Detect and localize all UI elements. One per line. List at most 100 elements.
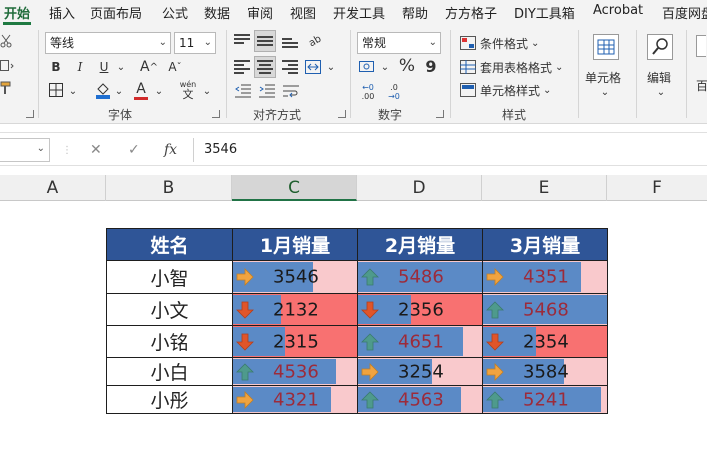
tab-review[interactable]: 审阅 — [247, 3, 273, 22]
format-as-table-button[interactable]: 套用表格格式 ⌄ — [460, 58, 563, 76]
sales-cell[interactable]: 4563 — [357, 385, 483, 414]
column-header-f[interactable]: F — [607, 175, 707, 201]
sales-cell[interactable]: 2356 — [357, 293, 483, 326]
number-format-select[interactable]: 常规 ⌄ — [357, 32, 441, 54]
header-jan[interactable]: 1月销量 — [232, 228, 358, 261]
phonetic-button[interactable]: wén 文 — [176, 78, 200, 102]
sales-cell[interactable]: 4321 — [232, 385, 358, 414]
font-color-button[interactable]: A — [134, 80, 148, 100]
cells-dropdown-icon[interactable]: ⌄ — [598, 86, 612, 98]
fill-color-icon[interactable] — [94, 80, 112, 100]
cells-button[interactable]: 单元格 — [585, 68, 621, 86]
accounting-dropdown-icon[interactable]: ⌄ — [380, 60, 390, 74]
percent-style-button[interactable]: % — [398, 56, 416, 76]
italic-button[interactable]: I — [72, 58, 88, 76]
confirm-entry-icon[interactable]: ✓ — [128, 142, 140, 158]
tab-help[interactable]: 帮助 — [402, 3, 428, 22]
comma-style-button[interactable]: 9 — [424, 56, 438, 76]
tab-insert[interactable]: 插入 — [49, 3, 75, 22]
tab-view[interactable]: 视图 — [290, 3, 316, 22]
borders-dropdown-icon[interactable]: ⌄ — [68, 84, 78, 98]
fill-color-dropdown-icon[interactable]: ⌄ — [114, 84, 124, 98]
align-top-icon[interactable] — [234, 34, 250, 48]
tab-diy-toolbox[interactable]: DIY工具箱 — [514, 3, 575, 22]
sales-cell[interactable]: 3546 — [232, 260, 358, 294]
borders-icon[interactable] — [48, 82, 64, 98]
align-right-icon[interactable] — [282, 60, 298, 74]
sales-cell[interactable]: 4351 — [482, 260, 608, 294]
tab-fangfang[interactable]: 方方格子 — [445, 3, 497, 22]
sales-cell[interactable]: 2315 — [232, 325, 358, 358]
copy-icon[interactable] — [0, 58, 14, 72]
cut-icon[interactable] — [0, 34, 12, 48]
name-cell[interactable]: 小文 — [106, 293, 233, 326]
sales-cell[interactable]: 5241 — [482, 385, 608, 414]
tab-developer[interactable]: 开发工具 — [333, 3, 385, 22]
edit-button[interactable]: 编辑 — [647, 68, 671, 86]
ribbon-separator — [450, 30, 451, 118]
font-color-dropdown-icon[interactable]: ⌄ — [154, 84, 164, 98]
netdisk-clipped-label[interactable]: 百 — [696, 76, 707, 94]
accounting-format-icon[interactable] — [358, 58, 378, 76]
shrink-font-button[interactable]: Aˇ — [166, 58, 184, 76]
sales-cell[interactable]: 3584 — [482, 357, 608, 386]
underline-button[interactable]: U — [96, 58, 112, 76]
tab-page-layout[interactable]: 页面布局 — [90, 3, 142, 22]
grow-font-button[interactable]: A ^ — [140, 58, 158, 76]
format-painter-icon[interactable] — [0, 81, 12, 95]
search-icon[interactable] — [644, 32, 676, 62]
increase-indent-icon[interactable] — [258, 82, 276, 100]
decrease-decimal-button[interactable]: .0 →0 — [384, 82, 404, 102]
font-launcher-icon[interactable] — [212, 110, 220, 118]
header-feb[interactable]: 2月销量 — [357, 228, 483, 261]
cancel-entry-icon[interactable]: ✕ — [90, 142, 102, 158]
edit-dropdown-icon[interactable]: ⌄ — [654, 86, 668, 98]
tab-formulas[interactable]: 公式 — [162, 3, 188, 22]
formula-input[interactable]: 3546 — [193, 138, 707, 162]
name-box[interactable]: ⌄ — [0, 138, 50, 162]
sales-cell[interactable]: 2132 — [232, 293, 358, 326]
number-launcher-icon[interactable] — [436, 110, 444, 118]
name-cell[interactable]: 小铭 — [106, 325, 233, 358]
underline-dropdown-icon[interactable]: ⌄ — [116, 60, 126, 74]
column-header-a[interactable]: A — [0, 175, 106, 201]
header-name[interactable]: 姓名 — [106, 228, 233, 261]
tab-acrobat[interactable]: Acrobat — [593, 3, 643, 18]
align-left-icon[interactable] — [234, 60, 250, 74]
cell-styles-button[interactable]: 单元格样式 ⌄ — [460, 81, 551, 99]
wrap-text-icon[interactable] — [282, 82, 300, 100]
align-bottom-icon[interactable] — [282, 34, 298, 48]
column-header-e[interactable]: E — [482, 175, 607, 201]
column-header-b[interactable]: B — [106, 175, 232, 201]
name-cell[interactable]: 小彤 — [106, 385, 233, 414]
sales-cell[interactable]: 5468 — [482, 293, 608, 326]
sales-cell[interactable]: 4536 — [232, 357, 358, 386]
sales-cell[interactable]: 2354 — [482, 325, 608, 358]
merge-center-icon[interactable] — [304, 58, 322, 76]
font-family-select[interactable]: 等线 ⌄ — [45, 32, 171, 54]
increase-decimal-button[interactable]: ←0 .00 — [358, 82, 378, 102]
column-header-c[interactable]: C — [232, 175, 357, 201]
sales-cell[interactable]: 5486 — [357, 260, 483, 294]
insert-function-button[interactable]: fx — [164, 142, 177, 158]
tab-data[interactable]: 数据 — [204, 3, 230, 22]
header-mar[interactable]: 3月销量 — [482, 228, 608, 261]
clipboard-launcher-icon[interactable] — [26, 110, 34, 118]
column-header-d[interactable]: D — [357, 175, 482, 201]
orientation-button[interactable]: ab — [302, 28, 328, 54]
sales-cell[interactable]: 4651 — [357, 325, 483, 358]
alignment-launcher-icon[interactable] — [338, 110, 346, 118]
decrease-indent-icon[interactable] — [234, 82, 252, 100]
netdisk-icon[interactable] — [696, 34, 706, 58]
merge-dropdown-icon[interactable]: ⌄ — [326, 60, 336, 74]
cells-icon[interactable] — [588, 32, 624, 62]
bold-button[interactable]: B — [48, 58, 64, 76]
font-size-select[interactable]: 11 ⌄ — [174, 32, 216, 54]
phonetic-dropdown-icon[interactable]: ⌄ — [202, 84, 212, 98]
conditional-formatting-button[interactable]: 条件格式 ⌄ — [460, 34, 539, 52]
name-cell[interactable]: 小白 — [106, 357, 233, 386]
tab-baidu-netdisk[interactable]: 百度网盘 — [662, 3, 707, 22]
sales-cell[interactable]: 3254 — [357, 357, 483, 386]
name-cell[interactable]: 小智 — [106, 260, 233, 294]
tab-home[interactable]: 开始 — [4, 3, 30, 22]
